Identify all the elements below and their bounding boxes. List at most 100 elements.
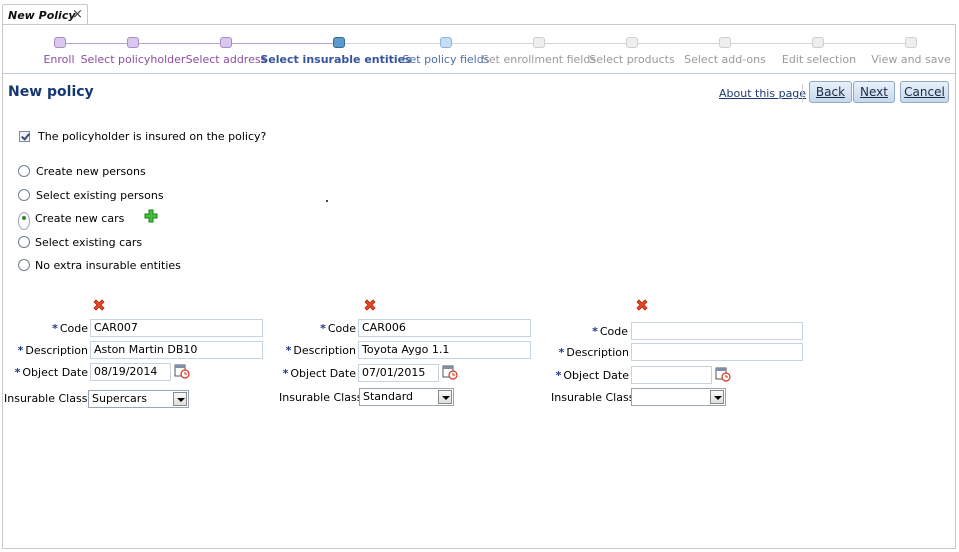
- car-2-code-input[interactable]: CAR006: [358, 319, 531, 337]
- policyholder-insured-checkbox[interactable]: [19, 131, 30, 142]
- cancel-button[interactable]: Cancel: [900, 81, 949, 103]
- train-stop-select-products: [626, 37, 638, 48]
- radio-label-select-existing-persons: Select existing persons: [36, 189, 164, 202]
- car-3-insurable-class-label: Insurable Class: [551, 391, 635, 404]
- car-1-calendar-icon[interactable]: [174, 363, 190, 379]
- required-marker: *: [282, 367, 289, 380]
- policyholder-insured-label: The policyholder is insured on the polic…: [38, 130, 267, 143]
- code-label-text: Code: [599, 325, 628, 338]
- radio-create-new-persons[interactable]: [18, 165, 30, 177]
- car-1-code-input[interactable]: CAR007: [90, 319, 263, 337]
- chevron-down-icon: [438, 390, 452, 404]
- car-2-insurable-class-value: Standard: [363, 390, 414, 403]
- required-marker: *: [14, 366, 21, 379]
- train-line-visited: [60, 43, 339, 44]
- train-label-select-insurable-entities: Select insurable entities: [260, 53, 412, 66]
- radio-select-existing-cars[interactable]: [18, 236, 30, 248]
- back-button[interactable]: Back: [809, 81, 852, 103]
- object-date-label-text: Object Date: [290, 367, 356, 380]
- required-marker: *: [320, 322, 326, 335]
- car-2-insurable-class-label: Insurable Class: [279, 391, 363, 404]
- header-divider: [3, 73, 955, 74]
- train-stop-enroll[interactable]: [54, 37, 66, 48]
- car-3-description-label: * Description: [548, 346, 629, 359]
- car-1-insurable-class-select[interactable]: Supercars: [88, 390, 189, 408]
- page-title: New policy: [8, 84, 94, 100]
- car-2-calendar-icon[interactable]: [442, 364, 458, 380]
- chevron-down-icon: [710, 390, 724, 404]
- car-2-description-label: * Description: [278, 344, 356, 357]
- required-marker: *: [592, 325, 598, 338]
- train-label-select-products: Select products: [589, 53, 675, 66]
- train-stop-view-and-save: [905, 37, 917, 48]
- train-label-view-and-save: View and save: [871, 53, 951, 66]
- object-date-label-text: Object Date: [22, 366, 88, 379]
- car-2-insurable-class-select[interactable]: Standard: [359, 388, 454, 406]
- train-label-set-policy-fields[interactable]: Set policy fields: [403, 53, 490, 66]
- delete-car-3-icon[interactable]: [635, 298, 649, 312]
- delete-car-2-icon[interactable]: [363, 298, 377, 312]
- required-marker: *: [52, 322, 58, 335]
- radio-create-new-cars[interactable]: [18, 212, 30, 230]
- required-marker: *: [558, 346, 565, 359]
- car-1-object-date-input[interactable]: 08/19/2014: [90, 363, 171, 381]
- cancel-button-label: Cancel: [904, 85, 945, 99]
- next-button-label: Next: [860, 85, 888, 99]
- car-2-object-date-label: * Object Date: [278, 367, 356, 380]
- car-3-calendar-icon[interactable]: [715, 366, 731, 382]
- progress-train: Enroll Select policyholder Select addres…: [0, 0, 959, 75]
- radio-select-existing-persons[interactable]: [18, 189, 30, 201]
- train-stop-set-policy-fields[interactable]: [440, 37, 452, 48]
- car-3-code-input[interactable]: [631, 322, 803, 340]
- radio-label-select-existing-cars: Select existing cars: [35, 236, 143, 249]
- train-stop-select-add-ons: [719, 37, 731, 48]
- car-1-code-label: * Code: [20, 322, 88, 335]
- stray-dot: [326, 200, 328, 202]
- train-stop-set-enrollment-fields: [533, 37, 545, 48]
- car-2-description-input[interactable]: Toyota Aygo 1.1: [358, 341, 531, 359]
- code-label-text: Code: [59, 322, 88, 335]
- car-3-description-input[interactable]: [631, 343, 803, 361]
- car-3-insurable-class-select[interactable]: [631, 388, 726, 406]
- car-1-description-input[interactable]: Aston Martin DB10: [90, 341, 263, 359]
- description-label-text: Description: [25, 344, 88, 357]
- radio-no-extra-insurable-entities[interactable]: [18, 259, 30, 271]
- train-stop-select-address[interactable]: [220, 37, 232, 48]
- train-label-set-enrollment-fields: Set enrollment fields: [481, 53, 597, 66]
- object-date-label-text: Object Date: [563, 369, 629, 382]
- train-line-remaining: [339, 43, 911, 44]
- train-stop-select-policyholder[interactable]: [127, 37, 139, 48]
- toolbar-divider: [802, 84, 803, 102]
- required-marker: *: [285, 344, 292, 357]
- delete-car-1-icon[interactable]: [92, 298, 106, 312]
- train-label-enroll[interactable]: Enroll: [43, 53, 74, 66]
- about-this-page-link[interactable]: About this page: [719, 87, 806, 100]
- train-stop-edit-selection: [812, 37, 824, 48]
- description-label-text: Description: [566, 346, 629, 359]
- train-stop-select-insurable-entities: [333, 37, 345, 48]
- required-marker: *: [17, 344, 24, 357]
- train-label-select-policyholder[interactable]: Select policyholder: [81, 53, 186, 66]
- back-button-label: Back: [815, 85, 846, 99]
- car-1-description-label: * Description: [10, 344, 88, 357]
- code-label-text: Code: [327, 322, 356, 335]
- car-1-object-date-label: * Object Date: [10, 366, 88, 379]
- add-car-icon[interactable]: [144, 209, 158, 223]
- required-marker: *: [555, 369, 562, 382]
- description-label-text: Description: [293, 344, 356, 357]
- car-3-object-date-input[interactable]: [631, 366, 712, 384]
- train-label-edit-selection: Edit selection: [781, 53, 857, 66]
- car-2-object-date-input[interactable]: 07/01/2015: [358, 364, 439, 382]
- train-label-select-add-ons: Select add-ons: [684, 53, 766, 66]
- radio-label-create-new-cars: Create new cars: [35, 212, 125, 225]
- car-2-code-label: * Code: [290, 322, 356, 335]
- car-1-insurable-class-value: Supercars: [92, 392, 148, 405]
- car-3-object-date-label: * Object Date: [548, 369, 629, 382]
- next-button[interactable]: Next: [853, 81, 895, 103]
- car-1-insurable-class-label: Insurable Class: [4, 392, 88, 405]
- radio-label-no-extra-insurable-entities: No extra insurable entities: [35, 259, 181, 272]
- radio-label-create-new-persons: Create new persons: [36, 165, 146, 178]
- chevron-down-icon: [173, 392, 187, 406]
- train-label-select-address[interactable]: Select address: [186, 53, 267, 66]
- car-3-code-label: * Code: [560, 325, 628, 338]
